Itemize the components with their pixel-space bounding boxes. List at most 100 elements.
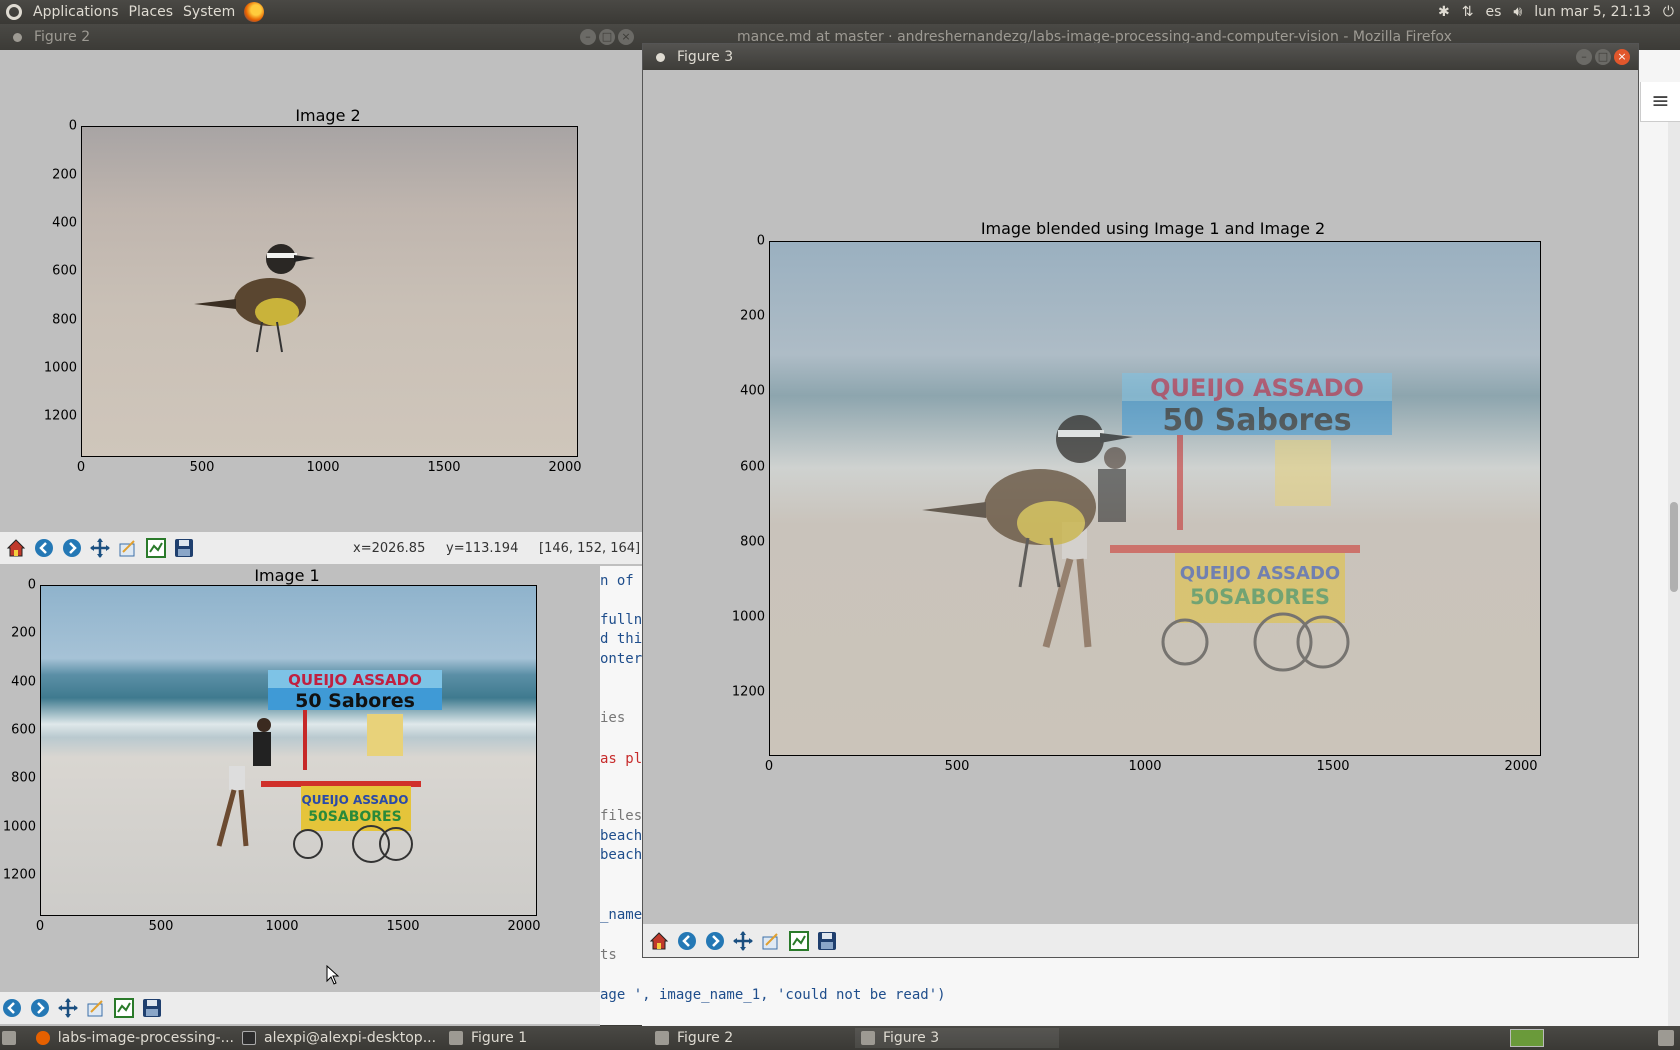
trash-icon[interactable] bbox=[1658, 1030, 1674, 1046]
task-firefox[interactable]: labs-image-processing-... bbox=[30, 1028, 234, 1048]
figure3-titlebar[interactable]: Figure 3 – □ × bbox=[643, 44, 1638, 70]
x-tick-label: 2000 bbox=[1504, 759, 1538, 774]
task-label: Figure 2 bbox=[677, 1030, 734, 1046]
window-buttons: – □ × bbox=[580, 29, 634, 45]
task-label: alexpi@alexpi-desktop... bbox=[264, 1030, 437, 1046]
minimize-icon[interactable]: – bbox=[580, 29, 596, 45]
pan-icon[interactable] bbox=[88, 536, 112, 560]
window-menu-icon[interactable] bbox=[13, 32, 22, 42]
desktop: Applications Places System ✱ ⇅ es 🔊︎ lun… bbox=[0, 0, 1680, 1050]
ubuntu-logo-icon[interactable] bbox=[6, 4, 22, 20]
keyboard-layout[interactable]: es bbox=[1486, 4, 1502, 20]
minimize-icon[interactable]: – bbox=[1576, 49, 1592, 65]
zoom-icon[interactable] bbox=[116, 536, 140, 560]
figure3-toolbar bbox=[643, 924, 1638, 957]
subplots-icon[interactable] bbox=[787, 929, 811, 953]
x-tick-label: 1000 bbox=[306, 460, 340, 475]
code-line: ts bbox=[600, 947, 617, 963]
back-icon[interactable] bbox=[32, 536, 56, 560]
figure2-image[interactable] bbox=[81, 126, 578, 457]
back-icon[interactable] bbox=[0, 996, 24, 1020]
task-label: labs-image-processing-... bbox=[57, 1030, 234, 1046]
network-icon[interactable]: ⇅ bbox=[1462, 4, 1474, 20]
figure3-image[interactable]: QUEIJO ASSADO 50 Sabores QUEIJO ASSADO 5… bbox=[769, 241, 1541, 756]
forward-icon[interactable] bbox=[28, 996, 52, 1020]
cart-line2: 50SABORES bbox=[308, 809, 401, 825]
close-icon[interactable]: × bbox=[618, 29, 634, 45]
y-tick-label: 1000 bbox=[731, 609, 765, 625]
blend-cart-line2: 50SABORES bbox=[1190, 585, 1330, 609]
figure2-window: Figure 2 – □ × Image 2 0 200 400 600 800… bbox=[0, 24, 642, 566]
window-buttons: – □ × bbox=[1576, 49, 1630, 65]
forward-icon[interactable] bbox=[60, 536, 84, 560]
blend-sign-line1: QUEIJO ASSADO bbox=[1150, 374, 1364, 402]
code-line: ies bbox=[600, 710, 626, 726]
y-tick-label: 600 bbox=[52, 263, 77, 279]
figure1-image[interactable]: QUEIJO ASSADO 50 Sabores QUEIJO ASSADO 5… bbox=[40, 585, 537, 916]
x-tick-label: 1000 bbox=[265, 919, 299, 934]
task-label: Figure 1 bbox=[471, 1030, 528, 1046]
y-tick-label: 1200 bbox=[731, 684, 765, 700]
task-figure2[interactable]: Figure 2 bbox=[649, 1028, 853, 1048]
pan-icon[interactable] bbox=[56, 996, 80, 1020]
x-tick-label: 1500 bbox=[386, 919, 420, 934]
back-icon[interactable] bbox=[675, 929, 699, 953]
applications-menu[interactable]: Applications bbox=[28, 4, 124, 20]
firefox-menu-icon[interactable]: ≡ bbox=[1640, 82, 1680, 122]
clock[interactable]: lun mar 5, 21:13 bbox=[1534, 4, 1651, 20]
home-icon[interactable] bbox=[4, 536, 28, 560]
cursor-y-readout: y=113.194 bbox=[446, 541, 519, 556]
y-tick-label: 0 bbox=[27, 577, 36, 593]
show-desktop-icon[interactable] bbox=[2, 1031, 16, 1045]
terminal-icon bbox=[242, 1031, 256, 1045]
y-tick-label: 1200 bbox=[43, 408, 77, 424]
scrollbar-thumb[interactable] bbox=[1670, 502, 1678, 592]
y-tick-label: 0 bbox=[68, 118, 77, 134]
cursor-x-readout: x=2026.85 bbox=[353, 541, 426, 556]
forward-icon[interactable] bbox=[703, 929, 727, 953]
zoom-icon[interactable] bbox=[759, 929, 783, 953]
bird-graphic bbox=[194, 244, 315, 353]
power-icon[interactable]: ⏻ bbox=[1663, 4, 1674, 20]
bluetooth-icon[interactable]: ✱ bbox=[1438, 4, 1450, 20]
y-tick-label: 800 bbox=[52, 312, 77, 328]
sign-line2: 50 Sabores bbox=[295, 690, 415, 712]
pan-icon[interactable] bbox=[731, 929, 755, 953]
save-icon[interactable] bbox=[140, 996, 164, 1020]
x-tick-label: 1500 bbox=[427, 460, 461, 475]
home-icon[interactable] bbox=[647, 929, 671, 953]
sign-line1: QUEIJO ASSADO bbox=[288, 671, 422, 689]
figure3-window: Figure 3 – □ × Image blended using Image… bbox=[642, 43, 1639, 958]
task-terminal[interactable]: alexpi@alexpi-desktop... bbox=[236, 1028, 441, 1048]
code-line: fulln bbox=[600, 612, 643, 628]
task-figure1[interactable]: Figure 1 bbox=[443, 1028, 647, 1048]
figure1-plot-title: Image 1 bbox=[254, 566, 320, 585]
system-menu[interactable]: System bbox=[178, 4, 240, 20]
y-tick-label: 800 bbox=[11, 770, 36, 786]
window-menu-icon[interactable] bbox=[656, 52, 665, 62]
y-tick-label: 200 bbox=[11, 625, 36, 641]
task-figure3[interactable]: Figure 3 bbox=[855, 1028, 1059, 1048]
y-tick-label: 1200 bbox=[2, 867, 36, 883]
firefox-scrollbar[interactable] bbox=[1668, 122, 1680, 1026]
x-tick-label: 0 bbox=[764, 759, 774, 774]
maximize-icon[interactable]: □ bbox=[599, 29, 615, 45]
y-tick-label: 1000 bbox=[2, 819, 36, 835]
firefox-launcher-icon[interactable] bbox=[244, 2, 265, 22]
figure2-toolbar: x=2026.85 y=113.194 [146, 152, 164] bbox=[0, 532, 642, 564]
cart-graphic: QUEIJO ASSADO 50 Sabores QUEIJO ASSADO 5… bbox=[216, 670, 442, 863]
figure1-toolbar bbox=[0, 992, 600, 1024]
close-icon[interactable]: × bbox=[1614, 49, 1630, 65]
subplots-icon[interactable] bbox=[112, 996, 136, 1020]
zoom-icon[interactable] bbox=[84, 996, 108, 1020]
save-icon[interactable] bbox=[172, 536, 196, 560]
maximize-icon[interactable]: □ bbox=[1595, 49, 1611, 65]
subplots-icon[interactable] bbox=[144, 536, 168, 560]
x-tick-label: 0 bbox=[35, 919, 45, 934]
figure2-titlebar[interactable]: Figure 2 – □ × bbox=[0, 24, 642, 50]
workspace-switcher[interactable] bbox=[1510, 1029, 1544, 1047]
places-menu[interactable]: Places bbox=[124, 4, 179, 20]
volume-icon[interactable]: 🔊︎ bbox=[1513, 4, 1522, 20]
save-icon[interactable] bbox=[815, 929, 839, 953]
blend-cart-line1: QUEIJO ASSADO bbox=[1180, 563, 1340, 584]
